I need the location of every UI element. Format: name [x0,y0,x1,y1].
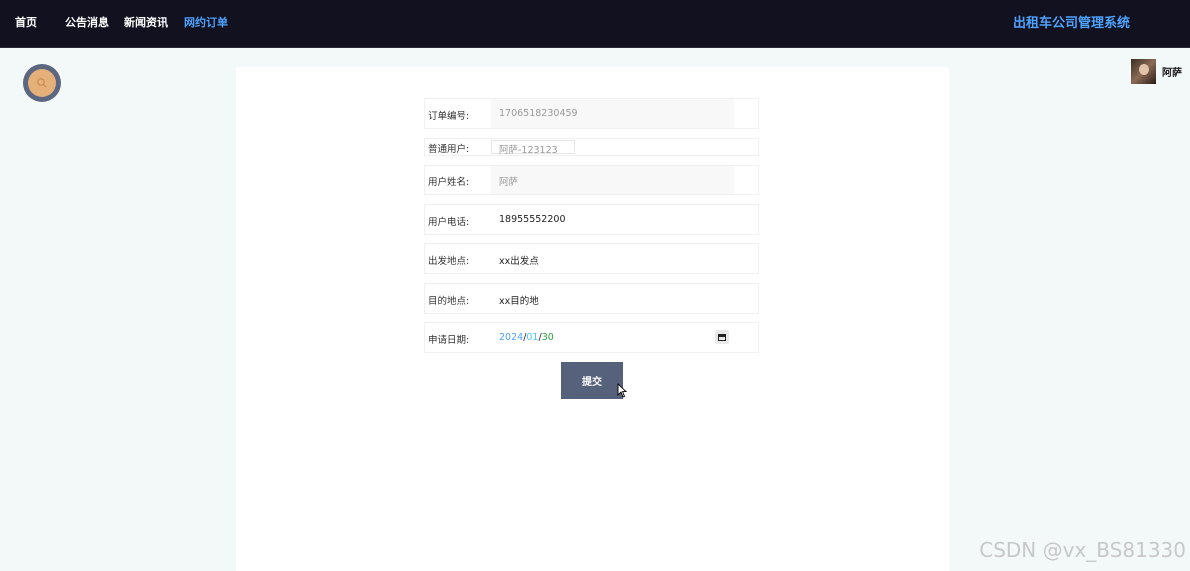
apply-date-label: 申请日期: [428,335,470,346]
user-name-value: 阿萨 [499,177,519,188]
start-label: 出发地点: [428,256,470,267]
date-month[interactable]: 01 [526,332,538,343]
user-select-row: 普通用户: 阿萨-123123 [424,138,759,156]
start-row[interactable]: 出发地点: xx出发点 [424,243,759,274]
order-no-row: 订单编号: 1706518230459 [424,98,759,129]
user-phone-label: 用户电话: [428,217,470,228]
destination-row[interactable]: 目的地点: xx目的地 [424,283,759,314]
nav-home[interactable]: 首页 [15,16,37,30]
destination-input[interactable]: xx目的地 [499,293,539,307]
user-phone-row[interactable]: 用户电话: 18955552200 [424,204,759,235]
watermark: CSDN @vx_BS81330 [979,538,1186,562]
username: 阿萨 [1162,68,1182,79]
site-title: 出租车公司管理系统 [1012,16,1130,31]
date-year[interactable]: 2024 [499,332,523,343]
user-select-label: 普通用户: [428,144,470,155]
calendar-icon[interactable] [715,330,729,344]
order-no-value: 1706518230459 [499,108,578,119]
submit-button[interactable]: 提交 [561,362,623,399]
apply-date-row[interactable]: 申请日期: 2024/01/30 [424,322,759,353]
avatar [1131,59,1156,84]
search-button[interactable] [23,64,61,102]
user-name-row: 用户姓名: 阿萨 [424,165,759,195]
user-phone-input[interactable]: 18955552200 [499,214,566,225]
user-name-label: 用户姓名: [428,177,470,188]
search-icon [28,69,56,97]
mouse-cursor-icon [617,383,627,398]
apply-date-input[interactable]: 2024/01/30 [499,332,554,343]
nav-news[interactable]: 新闻资讯 [124,16,168,30]
nav-orders[interactable]: 网约订单 [184,16,228,30]
user-select-value: 阿萨-123123 [499,145,558,156]
nav-announcements[interactable]: 公告消息 [65,16,109,30]
start-input[interactable]: xx出发点 [499,253,539,267]
top-navbar: 首页 公告消息 新闻资讯 网约订单 出租车公司管理系统 [0,0,1190,48]
date-day[interactable]: 30 [542,332,554,343]
user-menu[interactable]: 阿萨 [1131,59,1182,84]
user-name-field [491,166,734,194]
destination-label: 目的地点: [428,296,470,307]
user-select[interactable]: 阿萨-123123 [491,140,575,156]
order-no-label: 订单编号: [428,111,470,122]
